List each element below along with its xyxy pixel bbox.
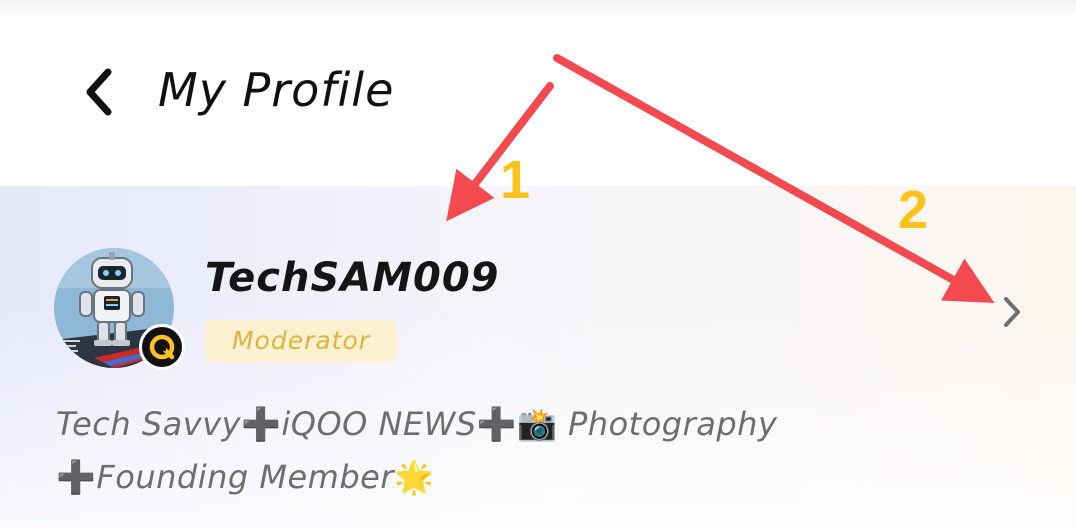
bio-text-iqoo-news: iQOO NEWS — [281, 405, 477, 443]
page-title: My Profile — [158, 63, 395, 117]
plus-emoji-icon: ➕ — [56, 458, 97, 496]
profile-details-button[interactable] — [994, 292, 1030, 332]
bio-text-tech-savvy: Tech Savvy — [56, 405, 242, 443]
bio-line-2: ➕Founding Member🌟 — [56, 451, 1016, 504]
camera-flash-emoji-icon: 📸 — [516, 405, 558, 443]
header: My Profile — [0, 0, 1076, 186]
username: TechSAM009 — [205, 255, 500, 301]
role-badge: Moderator — [205, 320, 397, 362]
chevron-left-icon — [86, 68, 112, 116]
bio-text-founding-member: Founding Member — [96, 458, 394, 496]
glowing-star-emoji-icon: 🌟 — [393, 458, 435, 496]
annotation-label-2: 2 — [898, 180, 929, 240]
avatar-badge — [139, 324, 185, 370]
bio: Tech Savvy➕iQOO NEWS➕📸 Photography ➕Foun… — [56, 398, 1016, 504]
chevron-right-icon — [1004, 297, 1020, 327]
back-button[interactable] — [70, 62, 126, 122]
iqoo-logo-icon — [149, 334, 175, 360]
plus-emoji-icon: ➕ — [241, 405, 282, 443]
plus-emoji-icon: ➕ — [476, 405, 517, 443]
annotation-label-1: 1 — [500, 150, 531, 210]
bio-line-1: Tech Savvy➕iQOO NEWS➕📸 Photography — [56, 398, 1016, 451]
bio-text-photography: Photography — [557, 405, 778, 443]
